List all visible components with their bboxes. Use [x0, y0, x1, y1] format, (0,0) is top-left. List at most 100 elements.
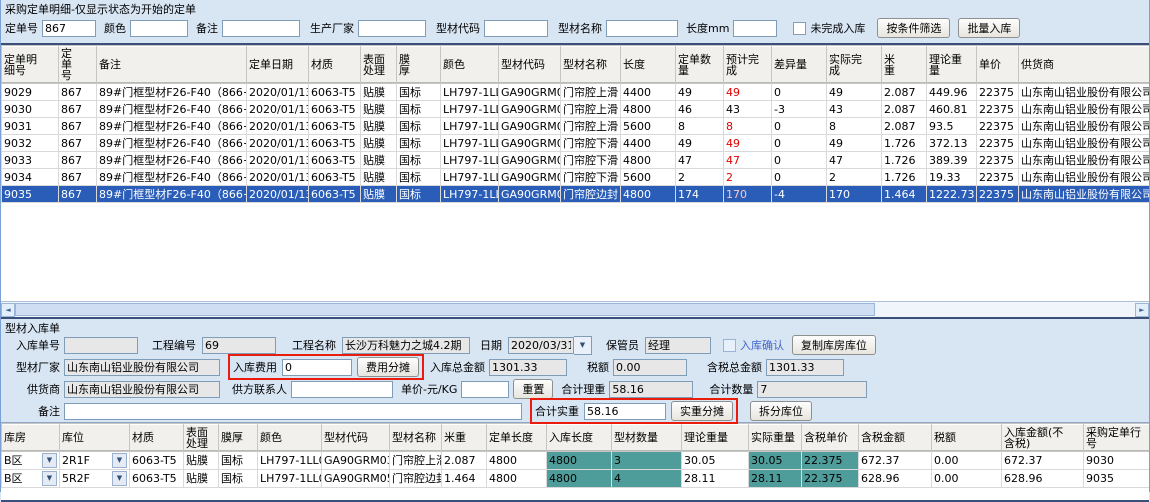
cell[interactable]: 9035 [2, 186, 59, 203]
column-header[interactable]: 定单长度 [487, 424, 547, 452]
cell[interactable]: 门帘腔边封 [561, 186, 621, 203]
cell[interactable]: 22375 [977, 186, 1019, 203]
cell[interactable]: 2.087 [882, 84, 927, 101]
cell[interactable]: 867 [59, 152, 97, 169]
column-header[interactable]: 实际完 成 [827, 46, 882, 84]
cell[interactable]: 4800 [547, 470, 612, 488]
cell[interactable]: 22375 [977, 135, 1019, 152]
profile-code-input[interactable] [484, 20, 548, 37]
cell[interactable]: 9032 [2, 135, 59, 152]
filter-by-condition-button[interactable]: 按条件筛选 [877, 18, 950, 38]
cell[interactable]: 山东南山铝业股份有限公司 [1019, 186, 1150, 203]
cell[interactable]: 2 [724, 169, 772, 186]
cell[interactable]: LH797-1LL0 [258, 452, 322, 470]
column-header[interactable]: 米 重 [882, 46, 927, 84]
cell[interactable]: 9029 [2, 84, 59, 101]
cell[interactable]: 174 [676, 186, 724, 203]
column-header[interactable]: 定 单 号 [59, 46, 97, 84]
cell[interactable]: 89#门框型材F26-F40（866+867） [97, 152, 247, 169]
cell[interactable]: GA90GRM03 [499, 118, 561, 135]
cell[interactable]: 8 [724, 118, 772, 135]
cell[interactable]: LH797-1LL0 [441, 152, 499, 169]
table-row[interactable]: 903186789#门框型材F26-F40（866+867）2020/01/13… [2, 118, 1150, 135]
cell[interactable]: 6063-T5 [309, 84, 361, 101]
cell[interactable]: 贴膜 [361, 84, 397, 101]
column-header[interactable]: 税额 [932, 424, 1002, 452]
column-header[interactable]: 型材名称 [390, 424, 442, 452]
cell[interactable]: 2020/01/13 [247, 152, 309, 169]
table-row[interactable]: 902986789#门框型材F26-F40（866+867）2020/01/13… [2, 84, 1150, 101]
cell[interactable]: 4800 [621, 186, 676, 203]
cell[interactable]: GA90GRM03 [322, 452, 390, 470]
cell[interactable]: 2020/01/13 [247, 186, 309, 203]
column-header[interactable]: 定单数 量 [676, 46, 724, 84]
table-row[interactable]: 903086789#门框型材F26-F40（866+867）2020/01/13… [2, 101, 1150, 118]
cell[interactable]: 0 [772, 118, 827, 135]
cell[interactable]: 6063-T5 [130, 452, 184, 470]
cell[interactable]: 49 [724, 135, 772, 152]
sum-actual-weight-input[interactable] [584, 403, 666, 420]
keeper-input[interactable] [645, 337, 711, 354]
cell[interactable]: LH797-1LL0 [441, 118, 499, 135]
column-header[interactable]: 单价 [977, 46, 1019, 84]
cell[interactable]: 9031 [2, 118, 59, 135]
inbound-no-input[interactable] [64, 337, 138, 354]
column-header[interactable]: 备注 [97, 46, 247, 84]
cell[interactable]: 22375 [977, 84, 1019, 101]
cell[interactable]: 867 [59, 118, 97, 135]
column-header[interactable]: 材质 [130, 424, 184, 452]
cell[interactable]: 国标 [219, 452, 258, 470]
cell[interactable]: 6063-T5 [309, 101, 361, 118]
sum-theory-weight-input[interactable] [609, 381, 693, 398]
dropdown-arrow-icon[interactable]: ▼ [112, 471, 127, 486]
column-header[interactable]: 入库金额(不 含税) [1002, 424, 1084, 452]
cell[interactable]: -3 [772, 101, 827, 118]
cell[interactable]: 国标 [397, 152, 441, 169]
inbound-confirm-checkbox[interactable] [723, 339, 736, 352]
column-header[interactable]: 型材名称 [561, 46, 621, 84]
column-header[interactable]: 实际重量 [749, 424, 802, 452]
dropdown-arrow-icon[interactable]: ▼ [42, 453, 57, 468]
reset-button[interactable]: 重置 [513, 379, 553, 399]
scroll-right-icon[interactable]: ► [1135, 303, 1149, 317]
split-location-button[interactable]: 拆分库位 [750, 401, 812, 421]
cell[interactable]: 867 [59, 186, 97, 203]
cell[interactable]: 0.00 [932, 452, 1002, 470]
cell[interactable]: 2020/01/13 [247, 118, 309, 135]
cell[interactable]: B区▼ [2, 470, 60, 488]
cell[interactable]: 22375 [977, 169, 1019, 186]
remark-field-input[interactable] [64, 403, 522, 420]
cell[interactable]: 贴膜 [361, 186, 397, 203]
cell[interactable]: 0 [772, 135, 827, 152]
cell[interactable]: 山东南山铝业股份有限公司 [1019, 118, 1150, 135]
cell[interactable]: 372.13 [927, 135, 977, 152]
date-input[interactable] [508, 337, 574, 354]
total-with-tax-input[interactable] [766, 359, 844, 376]
table-row[interactable]: 903486789#门框型材F26-F40（866+867）2020/01/13… [2, 169, 1150, 186]
cell[interactable]: 国标 [397, 118, 441, 135]
cell[interactable]: 89#门框型材F26-F40（866+867） [97, 101, 247, 118]
cell[interactable]: 22.375 [802, 470, 859, 488]
remark-input[interactable] [222, 20, 300, 37]
column-header[interactable]: 库位 [60, 424, 130, 452]
sum-quantity-input[interactable] [757, 381, 867, 398]
cell[interactable]: 门帘腔下滑 [561, 169, 621, 186]
cell[interactable]: 867 [59, 84, 97, 101]
cell[interactable]: 4800 [621, 152, 676, 169]
column-header[interactable]: 颜色 [258, 424, 322, 452]
cell[interactable]: 9030 [1084, 452, 1150, 470]
column-header[interactable]: 供货商 [1019, 46, 1150, 84]
cell[interactable]: LH797-1LL0 [441, 84, 499, 101]
cell[interactable]: GA90GRM03 [499, 101, 561, 118]
cell[interactable]: 89#门框型材F26-F40（866+867） [97, 84, 247, 101]
column-header[interactable]: 型材代码 [499, 46, 561, 84]
unfinished-inbound-checkbox[interactable] [793, 22, 806, 35]
cell[interactable]: 贴膜 [361, 118, 397, 135]
cell[interactable]: 国标 [397, 169, 441, 186]
cell[interactable]: 4800 [487, 452, 547, 470]
cell[interactable]: 9035 [1084, 470, 1150, 488]
cell[interactable]: 867 [59, 135, 97, 152]
cell[interactable]: 8 [827, 118, 882, 135]
cell[interactable]: GA90GRM04 [499, 152, 561, 169]
cell[interactable]: 6063-T5 [309, 118, 361, 135]
